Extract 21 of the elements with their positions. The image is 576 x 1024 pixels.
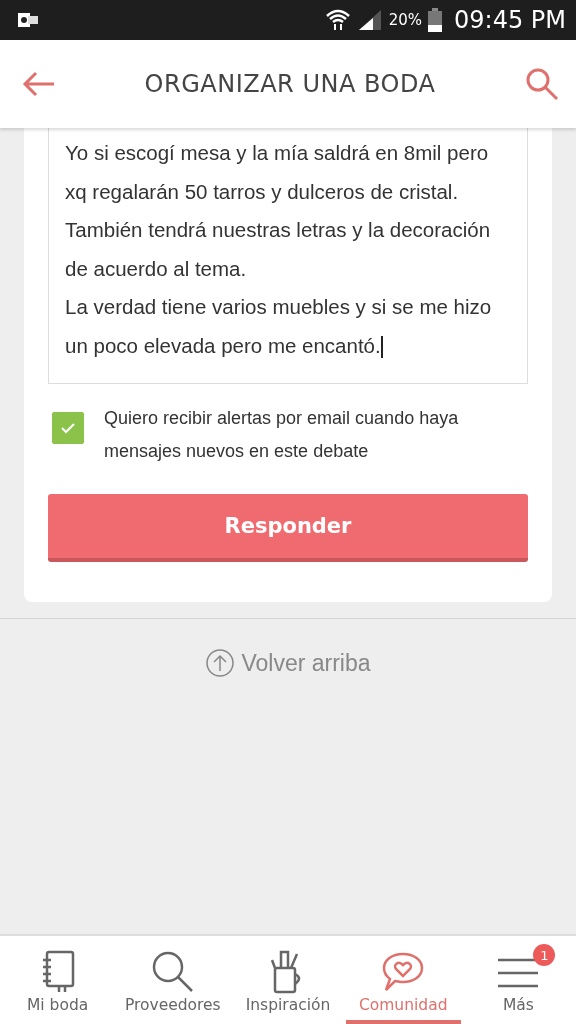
alerts-checkbox[interactable] [52, 412, 84, 444]
notification-badge: 1 [533, 944, 556, 966]
mail-app-icon [18, 11, 38, 29]
heart-chat-icon [382, 952, 425, 992]
nav-tab[interactable]: 1 Más [460, 936, 576, 1024]
page-title: ORGANIZAR UNA BODA [144, 70, 436, 98]
reply-text-field[interactable]: Yo si escogí mesa y la mía saldrá en 8mil pero xq regalarán 50 tarros y dulceros de cristal. También tendrá nuestras letras y la decoración de acuerdo al tema. La verdad tiene varios muebles y si se me hizo un poco elevada pero me encantó. [48, 128, 528, 384]
check-icon [60, 422, 76, 434]
nav-tab[interactable]: Comunidad [345, 936, 461, 1024]
clock: 09:45 PM [454, 6, 566, 34]
alerts-label: Quiero recibir alertas por email cuando haya mensajes nuevos en este debate [104, 407, 460, 463]
notebook-icon [40, 950, 75, 994]
reply-button[interactable]: Responder [48, 494, 528, 562]
nav-tab[interactable]: Proveedores [115, 936, 231, 1024]
battery-icon [428, 8, 442, 32]
battery-level: 20% [388, 11, 422, 29]
back-to-top-link[interactable]: Volver arriba [199, 647, 377, 679]
nav-tab[interactable]: Inspiración [230, 936, 346, 1024]
nav-tab[interactable]: Mi boda [0, 936, 116, 1024]
search-icon [150, 950, 195, 994]
wifi-icon [324, 8, 351, 32]
